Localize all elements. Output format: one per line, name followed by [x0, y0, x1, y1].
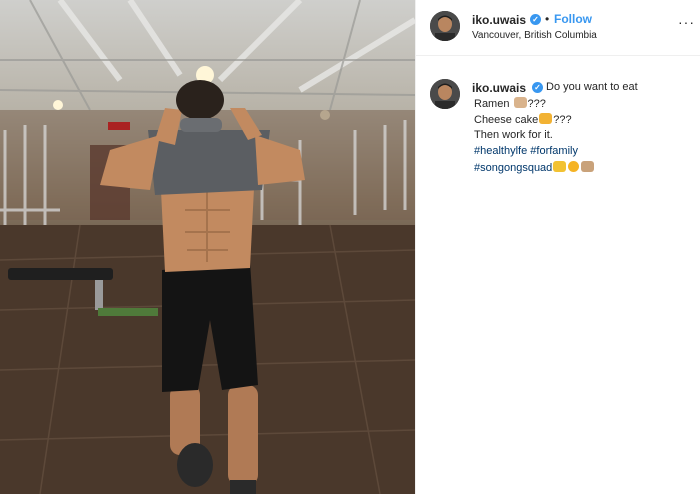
caption-avatar[interactable] — [430, 79, 460, 109]
fist-emoji-icon — [581, 161, 595, 172]
verified-badge-icon: ✓ — [530, 14, 541, 25]
header-separator: • — [545, 12, 550, 26]
caption-hashtags-row-1: #healthylfe #forfamily — [474, 145, 578, 157]
caption-cake-text: Cheese cake — [474, 114, 539, 126]
more-options-icon[interactable]: ··· — [678, 14, 695, 30]
post-username[interactable]: iko.uwais — [472, 13, 526, 27]
hashtag-songongsquad[interactable]: #songongsquad — [474, 162, 552, 174]
hashtag-healthylife[interactable]: #healthylfe — [474, 145, 527, 157]
post-header: iko.uwais ✓ • Follow Vancouver, British … — [416, 0, 700, 56]
caption-ramen-suffix: ??? — [527, 98, 546, 110]
flexed-bicep-emoji-icon — [553, 161, 567, 172]
ramen-emoji-icon — [513, 97, 527, 108]
caption-line-2: Ramen ??? — [474, 97, 546, 110]
caption-line-4: Then work for it. — [474, 129, 553, 141]
smiling-emoji-icon — [568, 161, 580, 172]
user-avatar[interactable] — [430, 11, 460, 41]
post-photo[interactable] — [0, 0, 415, 494]
caption-line-3: Cheese cake??? — [474, 113, 572, 126]
caption-ramen-text: Ramen — [474, 98, 510, 110]
post-details-panel: iko.uwais ✓ • Follow Vancouver, British … — [415, 0, 700, 494]
gym-photo-illustration — [0, 0, 415, 494]
post-location[interactable]: Vancouver, British Columbia — [472, 30, 597, 41]
caption-username[interactable]: iko.uwais — [472, 81, 526, 95]
cake-emoji-icon — [539, 113, 553, 124]
caption-cake-suffix: ??? — [553, 114, 572, 126]
caption-hashtags-row-2: #songongsquad — [474, 161, 595, 174]
hashtag-forfamily[interactable]: #forfamily — [530, 145, 578, 157]
caption-line-1: Do you want to eat — [546, 81, 638, 93]
avatar-image — [430, 11, 460, 41]
follow-button[interactable]: Follow — [554, 12, 592, 26]
avatar-image — [430, 79, 460, 109]
verified-badge-icon: ✓ — [532, 82, 543, 93]
